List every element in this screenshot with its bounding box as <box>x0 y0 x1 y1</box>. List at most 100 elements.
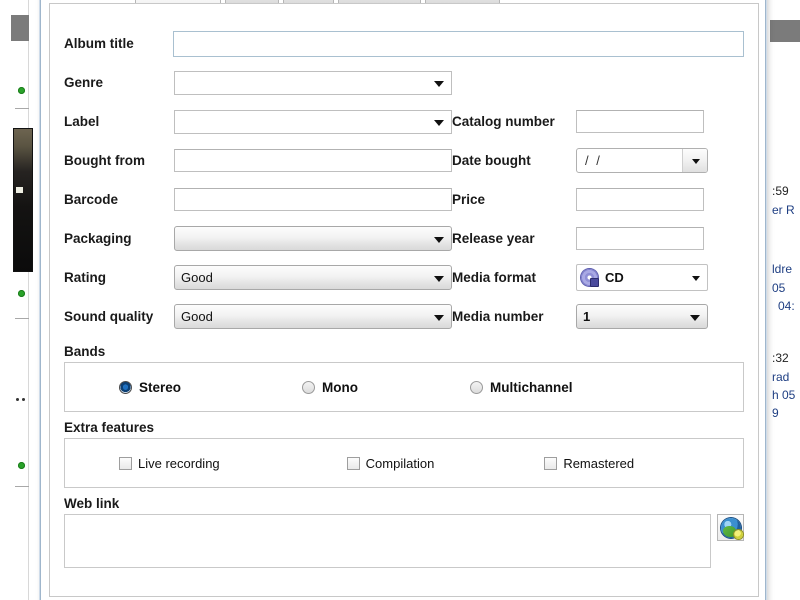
row-label-catalog: Label Catalog number <box>64 102 744 141</box>
background-text-fragment: :59 <box>772 184 789 198</box>
media-format-label: Media format <box>452 270 537 285</box>
bought-from-label: Bought from <box>64 153 145 168</box>
background-divider <box>15 108 29 109</box>
sound-quality-value: Good <box>181 309 213 324</box>
genre-combobox[interactable] <box>174 70 452 95</box>
bought-from-input[interactable] <box>174 149 452 172</box>
checkbox-remastered-icon[interactable] <box>544 456 558 470</box>
checkbox-compilation-label: Compilation <box>365 455 435 471</box>
row-album-title: Album title <box>64 24 744 63</box>
packaging-combobox[interactable] <box>174 226 452 251</box>
label-label: Label <box>64 114 100 129</box>
catalog-number-field-group: Catalog number <box>452 110 744 133</box>
row-bought-from-date: Bought from Date bought / / <box>64 141 744 180</box>
extra-features-group-title: Extra features <box>64 420 155 435</box>
release-year-field-group: Release year <box>452 227 744 250</box>
row-barcode-price: Barcode Price <box>64 180 744 219</box>
label-combobox[interactable] <box>174 109 452 134</box>
rating-value: Good <box>181 270 213 285</box>
checkbox-live-recording-label: Live recording <box>138 455 220 471</box>
bought-from-field-group: Bought from <box>64 149 452 172</box>
date-bought-dropdown-button[interactable] <box>682 149 707 172</box>
web-link-group <box>64 514 744 568</box>
chevron-down-icon <box>434 236 444 243</box>
background-status-dot <box>18 290 25 297</box>
barcode-field-group: Barcode <box>64 188 452 211</box>
checkbox-option-compilation[interactable]: Compilation <box>346 455 435 471</box>
chevron-down-icon <box>692 158 700 164</box>
web-link-textarea[interactable] <box>64 514 711 568</box>
background-text-fragment: 9 <box>772 406 779 420</box>
radio-option-mono[interactable]: Mono <box>302 380 358 395</box>
row-genre: Genre <box>64 63 744 102</box>
rating-field-group: Rating Good <box>64 265 452 290</box>
media-format-value: CD <box>605 270 624 285</box>
media-number-label: Media number <box>452 309 544 324</box>
medium-data-form: Album title Genre Label Catalog number B… <box>50 4 758 568</box>
label-field-group: Label <box>64 109 452 134</box>
web-link-group-title: Web link <box>64 496 120 511</box>
sound-quality-combobox[interactable]: Good <box>174 304 452 329</box>
date-bought-label: Date bought <box>452 153 531 168</box>
medium-data-panel: Album title Genre Label Catalog number B… <box>49 3 759 597</box>
background-text-fragment: :32 <box>772 351 789 365</box>
catalog-number-label: Catalog number <box>452 114 555 129</box>
release-year-label: Release year <box>452 231 535 246</box>
radio-option-stereo[interactable]: Stereo <box>119 380 181 395</box>
release-year-input[interactable] <box>576 227 704 250</box>
chevron-down-icon <box>434 275 444 282</box>
checkbox-compilation-icon[interactable] <box>346 456 360 470</box>
price-field-group: Price <box>452 188 744 211</box>
radio-mono-icon[interactable] <box>302 380 316 394</box>
checkbox-option-live-recording[interactable]: Live recording <box>119 456 220 471</box>
rating-combobox[interactable]: Good <box>174 265 452 290</box>
background-thumbnail-image <box>13 128 33 272</box>
background-text-fragment: 04: <box>778 299 795 313</box>
background-placeholder-box <box>11 15 29 41</box>
media-format-combobox[interactable]: CD <box>576 264 708 291</box>
date-bought-field-group: Date bought / / <box>452 148 744 173</box>
background-ellipsis-icon <box>16 398 28 401</box>
radio-multichannel-label: Multichannel <box>490 379 573 395</box>
background-text-fragment: rad <box>772 370 790 384</box>
price-label: Price <box>452 192 486 207</box>
album-title-input[interactable] <box>173 30 744 57</box>
chevron-down-icon <box>434 119 444 126</box>
catalog-number-input[interactable] <box>576 110 704 133</box>
background-text-fragment: h 05 <box>772 388 796 402</box>
genre-field-group: Genre <box>64 70 452 95</box>
media-number-value: 1 <box>583 309 591 324</box>
background-text-fragment: 05 <box>772 281 786 295</box>
radio-option-multichannel[interactable]: Multichannel <box>470 380 573 395</box>
radio-multichannel-icon[interactable] <box>470 380 484 394</box>
cd-disc-icon <box>581 269 599 287</box>
checkbox-option-remastered[interactable]: Remastered <box>544 456 634 471</box>
chevron-down-icon <box>434 314 444 321</box>
barcode-input[interactable] <box>174 188 452 211</box>
extra-features-group: Live recording Compilation Remastered <box>64 438 744 488</box>
radio-mono-label: Mono <box>322 379 359 395</box>
background-status-dot <box>18 87 25 94</box>
radio-stereo-icon[interactable] <box>119 380 132 394</box>
media-format-field-group: Media format CD <box>452 264 744 291</box>
date-bought-value: / / <box>585 153 602 168</box>
background-text-fragment: er R <box>772 203 795 217</box>
medium-data-dialog: Medium data Tracks Lyrics Album cover Me… <box>40 0 766 600</box>
date-bought-picker[interactable]: / / <box>576 148 708 173</box>
sound-quality-label: Sound quality <box>64 309 154 324</box>
background-status-dot <box>18 462 25 469</box>
chevron-down-icon <box>692 275 700 281</box>
row-rating-media-format: Rating Good Media format CD <box>64 258 744 297</box>
background-divider <box>15 318 29 319</box>
media-number-field-group: Media number 1 <box>452 304 744 329</box>
media-number-combobox[interactable]: 1 <box>576 304 708 329</box>
row-packaging-release-year: Packaging Release year <box>64 219 744 258</box>
price-input[interactable] <box>576 188 704 211</box>
sound-quality-field-group: Sound quality Good <box>64 304 452 329</box>
album-title-label: Album title <box>64 36 134 51</box>
open-web-link-button[interactable] <box>717 514 744 541</box>
genre-label: Genre <box>64 75 104 90</box>
checkbox-remastered-label: Remastered <box>563 455 635 471</box>
background-divider <box>15 486 29 487</box>
checkbox-live-recording-icon[interactable] <box>119 456 132 470</box>
